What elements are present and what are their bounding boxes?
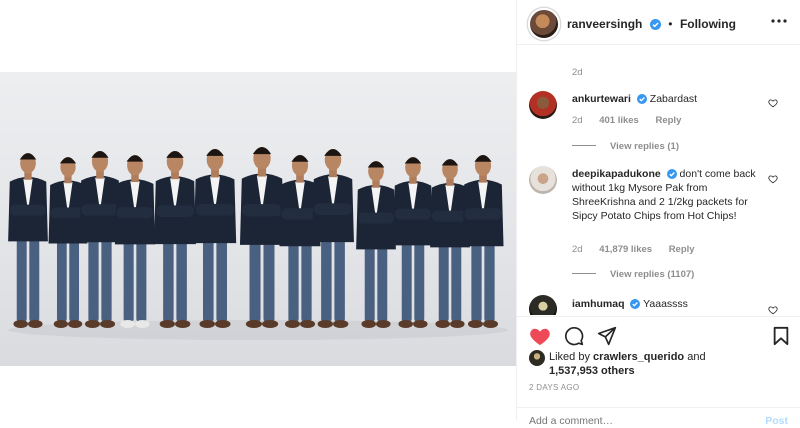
add-comment-bar: Post [517, 407, 800, 428]
likes-summary: Liked by crawlers_querido and 1,537,953 … [549, 350, 706, 378]
comment-text: Zabardast [649, 93, 698, 105]
photo-pane [0, 0, 517, 420]
person-figure [154, 151, 196, 328]
author-avatar[interactable] [528, 8, 560, 40]
view-replies-button[interactable]: View replies (1107) [572, 269, 694, 280]
commenter-username[interactable]: deepikapadukone [572, 168, 661, 180]
liked-by-and: and [687, 351, 706, 363]
commenter-username[interactable]: iamhumaq [572, 298, 625, 310]
comment-body: iamhumaq Yaaassss [572, 297, 762, 311]
post-sidebar: ranveersingh • Following 2d ankurtewari … [517, 0, 800, 427]
like-comment-heart-icon[interactable] [768, 174, 778, 184]
verified-icon [636, 94, 647, 104]
post-timestamp[interactable]: 2 DAYS AGO [529, 383, 579, 392]
separator-dot: • [668, 17, 673, 31]
comment-likes[interactable]: 401 likes [599, 115, 639, 126]
post-header: ranveersingh • Following [517, 0, 800, 45]
commenter-username[interactable]: ankurtewari [572, 93, 631, 105]
post-actions: Liked by crawlers_querido and 1,537,953 … [517, 316, 800, 427]
reply-button[interactable]: Reply [655, 115, 681, 126]
liker-avatar[interactable] [529, 350, 545, 366]
replies-divider-line [572, 273, 596, 274]
person-figure [193, 149, 237, 328]
view-replies-button[interactable]: View replies (1) [572, 141, 679, 152]
like-heart-icon[interactable] [529, 326, 551, 346]
person-figure [8, 153, 48, 328]
commenter-avatar[interactable] [529, 295, 557, 315]
view-replies-label: View replies (1107) [610, 269, 695, 280]
comment-meta: 2d 41,879 likes Reply [572, 244, 695, 255]
post-comment-button[interactable]: Post [765, 415, 788, 427]
verified-icon [666, 169, 677, 179]
person-figure [356, 161, 396, 328]
reply-button[interactable]: Reply [669, 244, 695, 255]
person-figure [239, 146, 285, 328]
comment-body: ankurtewari Zabardast [572, 92, 762, 106]
comment-time: 2d [572, 115, 583, 126]
comment-likes[interactable]: 41,879 likes [599, 244, 652, 255]
liked-by-user[interactable]: crawlers_querido [593, 351, 684, 363]
comments-list[interactable]: 2d ankurtewari Zabardast 2d 401 likes Re… [517, 45, 800, 315]
comment-text: Yaaassss [643, 298, 688, 310]
like-comment-heart-icon[interactable] [768, 305, 778, 315]
replies-divider-line [572, 145, 596, 146]
group-photo-people [8, 146, 508, 340]
caption-meta: 2d [572, 62, 583, 80]
commenter-avatar[interactable] [529, 91, 557, 119]
person-figure [462, 155, 504, 328]
person-figure [393, 157, 433, 328]
person-figure [312, 149, 354, 328]
person-figure [114, 155, 156, 328]
person-figure [79, 151, 121, 328]
liked-by-prefix: Liked by [549, 351, 590, 363]
comment-body: deepikapadukone don't come back without … [572, 167, 762, 223]
share-plane-icon[interactable] [597, 326, 617, 346]
like-comment-heart-icon[interactable] [768, 98, 778, 108]
comment-bubble-icon[interactable] [564, 326, 584, 346]
more-options-icon[interactable] [770, 14, 788, 28]
following-button[interactable]: Following [680, 17, 736, 31]
comment-meta: 2d 401 likes Reply [572, 115, 681, 126]
author-line: ranveersingh • Following [567, 15, 736, 33]
likes-count[interactable]: 1,537,953 others [549, 365, 635, 377]
author-username[interactable]: ranveersingh [567, 17, 642, 31]
save-bookmark-icon[interactable] [772, 326, 790, 346]
add-comment-input[interactable] [529, 415, 729, 427]
verified-icon [630, 299, 641, 309]
caption-time: 2d [572, 67, 583, 78]
post-photo[interactable] [0, 72, 516, 366]
commenter-avatar[interactable] [529, 166, 557, 194]
view-replies-label: View replies (1) [610, 141, 679, 152]
comment-time: 2d [572, 244, 583, 255]
verified-icon [649, 19, 661, 30]
